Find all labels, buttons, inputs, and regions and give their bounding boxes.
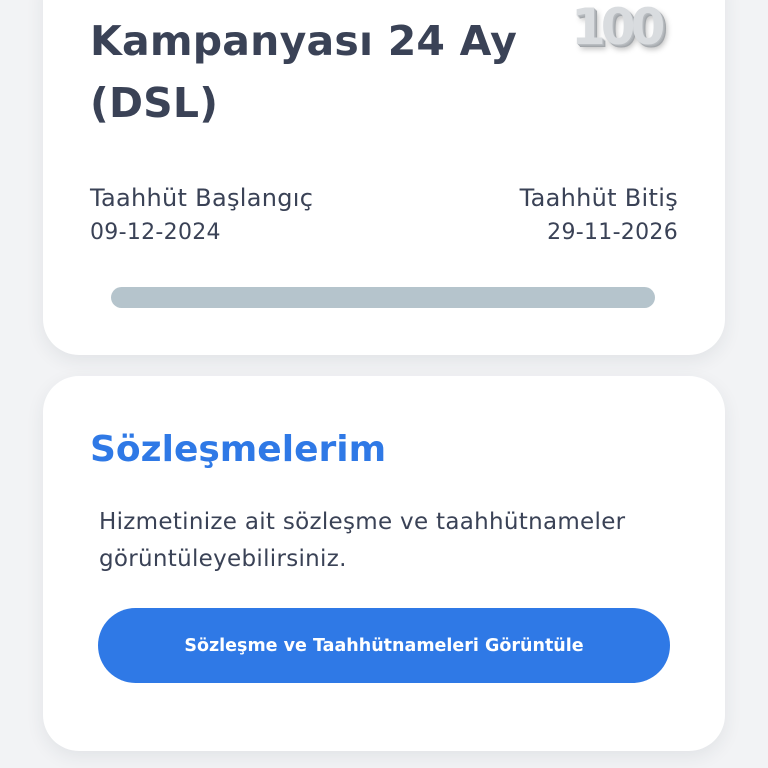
commitment-start: Taahhüt Başlangıç 09-12-2024: [90, 182, 313, 250]
contracts-description: Hizmetinize ait sözleşme ve taahhütnamel…: [99, 509, 626, 572]
commitment-start-label: Taahhüt Başlangıç: [90, 184, 314, 212]
campaign-card: Kampanyası 24 Ay (DSL) 100 Taahhüt Başla…: [43, 0, 725, 355]
contracts-title: Sözleşmelerim: [90, 429, 387, 470]
commitment-end-date: 29-11-2026: [547, 220, 678, 245]
view-contracts-button[interactable]: Sözleşme ve Taahhütnameleri Görüntüle: [98, 608, 670, 683]
commitment-end-label: Taahhüt Bitiş: [519, 184, 678, 212]
commitment-start-date: 09-12-2024: [90, 220, 221, 245]
campaign-title: Kampanyası 24 Ay (DSL): [90, 17, 518, 127]
contracts-card: Sözleşmelerim Hizmetinize ait sözleşme v…: [43, 376, 725, 751]
100-badge-icon: 100: [571, 0, 665, 56]
commitment-progress-bar: [111, 287, 655, 308]
commitment-end: Taahhüt Bitiş 29-11-2026: [520, 182, 678, 250]
